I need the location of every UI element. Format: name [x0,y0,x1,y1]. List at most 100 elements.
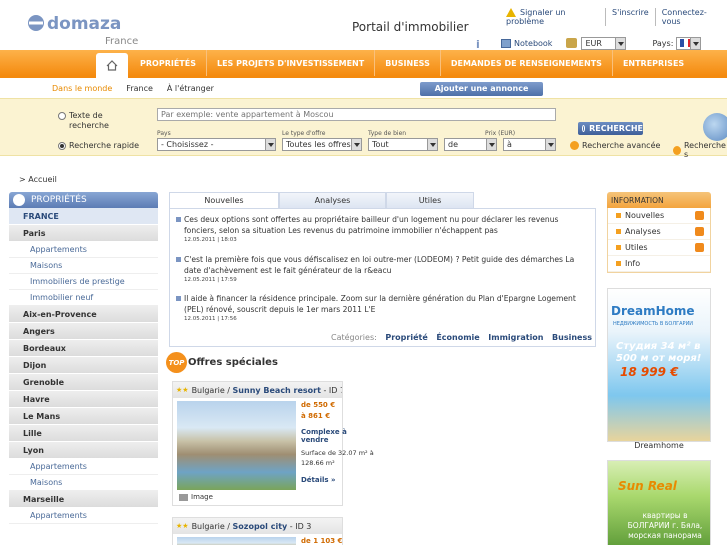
sidebar-city[interactable]: Angers [9,323,158,340]
offer-image[interactable] [177,401,296,490]
search-button[interactable]: RECHERCHE [578,122,643,135]
sidebar-city[interactable]: Marseille [9,491,158,508]
offer-info: de 550 € à 861 € Complexe à vendre Surfa… [301,401,376,484]
add-ad-button[interactable]: Ajouter une annonce [420,82,543,96]
special-offers-heading: TOP Offres spéciales [166,352,278,373]
country-select[interactable] [676,36,702,50]
notebook-link[interactable]: Notebook [501,38,552,48]
sidebar-country[interactable]: FRANCE [9,208,158,225]
sidebar-city[interactable]: Bordeaux [9,340,158,357]
subnav: Dans le monde France À l'étranger [52,84,214,93]
dreamhome-logo: DreamHome [611,304,695,318]
nav-home-button[interactable] [96,53,128,78]
select-property-type[interactable]: Tout [368,138,438,151]
news-item[interactable]: Ces deux options sont offertes au propri… [176,214,586,243]
nav-business[interactable]: BUSINESS [374,50,440,76]
news-text[interactable]: Ces deux options sont offertes au propri… [176,214,586,236]
search-icon [582,125,586,132]
info-title: INFORMATION [607,192,711,208]
news-text[interactable]: C'est la première fois que vous défiscal… [176,254,586,276]
news-date: 12.05.2011 | 17:59 [184,277,237,283]
subnav-world[interactable]: Dans le monde [52,84,112,93]
offer-name[interactable]: Sunny Beach resort [233,386,321,395]
category-economy[interactable]: Économie [436,333,479,342]
news-tabs: Nouvelles Analyses Utiles [169,192,596,208]
sidebar-subitem[interactable]: Appartements [9,242,158,258]
sunreal-logo: Sun Real [618,479,677,493]
info-news-link[interactable]: Nouvelles [608,208,710,224]
category-immigration[interactable]: Immigration [488,333,543,342]
main-nav: PROPRIÉTÉS LES PROJETS D'INVESTISSEMENT … [0,50,727,78]
news-box: Ces deux options sont offertes au propri… [169,208,596,347]
sidebar-subitem[interactable]: Immobilier neuf [9,290,158,306]
portal-title: Portail d'immobilier [352,20,469,34]
register-link[interactable]: S'inscrire [605,8,655,26]
sidebar-city[interactable]: Grenoble [9,374,158,391]
map-search-link[interactable]: Recherche s [673,141,727,159]
offer-card[interactable]: ★★ Bulgarie / Sunny Beach resort - ID 75… [172,381,374,506]
currency-select[interactable]: EUR [581,36,627,50]
nav-properties[interactable]: PROPRIÉTÉS [130,50,206,76]
sidebar-city[interactable]: Le Mans [9,408,158,425]
category-business[interactable]: Business [552,333,592,342]
sidebar-city[interactable]: Lyon [9,442,158,459]
sunreal-banner[interactable]: Sun Real квартиры в БОЛГАРИИ г. Бяла, мо… [607,460,711,545]
search-input[interactable] [157,108,556,121]
news-item[interactable]: C'est la première fois que vous défiscal… [176,254,586,283]
sunreal-text: квартиры в БОЛГАРИИ г. Бяла, морская пан… [627,511,703,540]
select-price-from[interactable]: de [444,138,497,151]
globe-icon[interactable] [703,113,727,141]
rss-icon[interactable] [695,211,704,220]
sidebar-city[interactable]: Havre [9,391,158,408]
offer-details-link[interactable]: Détails » [301,476,376,484]
sidebar-city[interactable]: Aix-en-Provence [9,306,158,323]
nav-inquiries[interactable]: DEMANDES DE RENSEIGNEMENTS [439,50,612,76]
info-info-link[interactable]: Info [608,256,710,272]
tab-useful[interactable]: Utiles [386,192,474,208]
radio-quick-search[interactable]: Recherche rapide [58,141,139,150]
info-analyses-link[interactable]: Analyses [608,224,710,240]
nav-companies[interactable]: ENTREPRISES [611,50,694,76]
radio-text-search[interactable]: Texte de recherche [58,111,138,131]
offer-image-label[interactable]: Image [179,493,213,501]
category-property[interactable]: Propriété [385,333,427,342]
info-useful-link[interactable]: Utiles [608,240,710,256]
arrow-icon [673,145,681,155]
dreamhome-caption[interactable]: Dreamhome [607,441,711,450]
logo-text: domaza [47,14,121,34]
warning-icon [506,8,516,17]
news-text[interactable]: Il aide à financer la résidence principa… [176,293,586,315]
advanced-search-link[interactable]: Recherche avancée [570,141,660,150]
rss-icon[interactable] [695,227,704,236]
sidebar-city[interactable]: Paris [9,225,158,242]
select-pays[interactable]: - Choisissez - [157,138,276,151]
sidebar-city[interactable]: Lille [9,425,158,442]
nav-investment-projects[interactable]: LES PROJETS D'INVESTISSEMENT [205,50,374,76]
breadcrumb[interactable]: > Accueil [19,175,57,184]
sidebar-title[interactable]: PROPRIÉTÉS [9,192,158,208]
rss-icon[interactable] [695,243,704,252]
info-icon[interactable]: i [476,38,482,51]
subnav-france[interactable]: France [126,84,153,93]
sidebar-city[interactable]: Dijon [9,357,158,374]
sidebar-subitem[interactable]: Maisons [9,258,158,274]
offer-name[interactable]: Sozopol city [233,522,288,531]
tab-news[interactable]: Nouvelles [169,192,279,208]
offer-card[interactable]: ★★ Bulgarie / Sozopol city - ID 3 de 1 1… [172,517,343,545]
tab-analyses[interactable]: Analyses [279,192,386,208]
sidebar-subitem[interactable]: Appartements [9,508,158,524]
offer-image[interactable] [177,537,296,545]
domaza-logo[interactable]: domaza [27,12,142,34]
report-problem-link[interactable]: Signaler un problème [500,8,605,26]
offer-type[interactable]: Complexe à vendre [301,428,376,444]
login-link[interactable]: Connectez-vous [654,8,727,26]
dreamhome-banner[interactable]: DreamHome НЕДВИЖИМОСТЬ В БОЛГАРИИ Студия… [607,288,711,442]
sidebar-subitem[interactable]: Appartements [9,459,158,475]
select-offer-type[interactable]: Toutes les offres [282,138,362,151]
select-price-to[interactable]: à [503,138,556,151]
sidebar-subitem[interactable]: Maisons [9,475,158,491]
news-item[interactable]: Il aide à financer la résidence principa… [176,293,586,322]
subnav-abroad[interactable]: À l'étranger [167,84,214,93]
sidebar-subitem[interactable]: Immobiliers de prestige [9,274,158,290]
pays-label: Pays: [652,38,674,48]
